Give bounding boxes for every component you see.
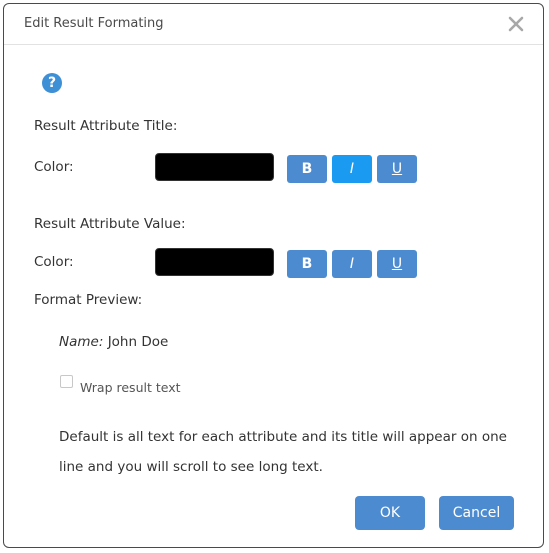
edit-result-formatting-dialog: Edit Result Formating ? Result Attribute… [3, 3, 544, 548]
title-color-swatch[interactable] [155, 153, 274, 181]
preview-attribute-value: John Doe [107, 334, 169, 350]
value-bold-button[interactable]: B [287, 250, 327, 278]
value-underline-button[interactable]: U [377, 250, 417, 278]
help-icon[interactable]: ? [42, 73, 62, 93]
title-color-label: Color: [34, 159, 74, 175]
value-color-swatch[interactable] [155, 248, 274, 276]
format-preview: Name: John Doe [59, 334, 168, 350]
result-attribute-value-heading: Result Attribute Value: [34, 216, 186, 232]
ok-button[interactable]: OK [355, 496, 425, 530]
dialog-title: Edit Result Formating [24, 16, 164, 31]
wrap-result-text-label[interactable]: Wrap result text [80, 380, 181, 395]
title-bold-button[interactable]: B [287, 155, 327, 183]
default-info-text: Default is all text for each attribute a… [59, 429, 507, 475]
value-color-label: Color: [34, 254, 74, 270]
wrap-result-text-checkbox[interactable] [60, 375, 73, 388]
title-italic-button[interactable]: I [332, 155, 372, 183]
preview-attribute-name: Name: [59, 334, 104, 350]
result-attribute-title-heading: Result Attribute Title: [34, 118, 178, 134]
cancel-button[interactable]: Cancel [439, 496, 514, 530]
value-italic-button[interactable]: I [332, 250, 372, 278]
close-icon[interactable] [507, 15, 525, 33]
format-preview-heading: Format Preview: [34, 292, 143, 308]
title-underline-button[interactable]: U [377, 155, 417, 183]
dialog-header: Edit Result Formating [4, 4, 543, 45]
